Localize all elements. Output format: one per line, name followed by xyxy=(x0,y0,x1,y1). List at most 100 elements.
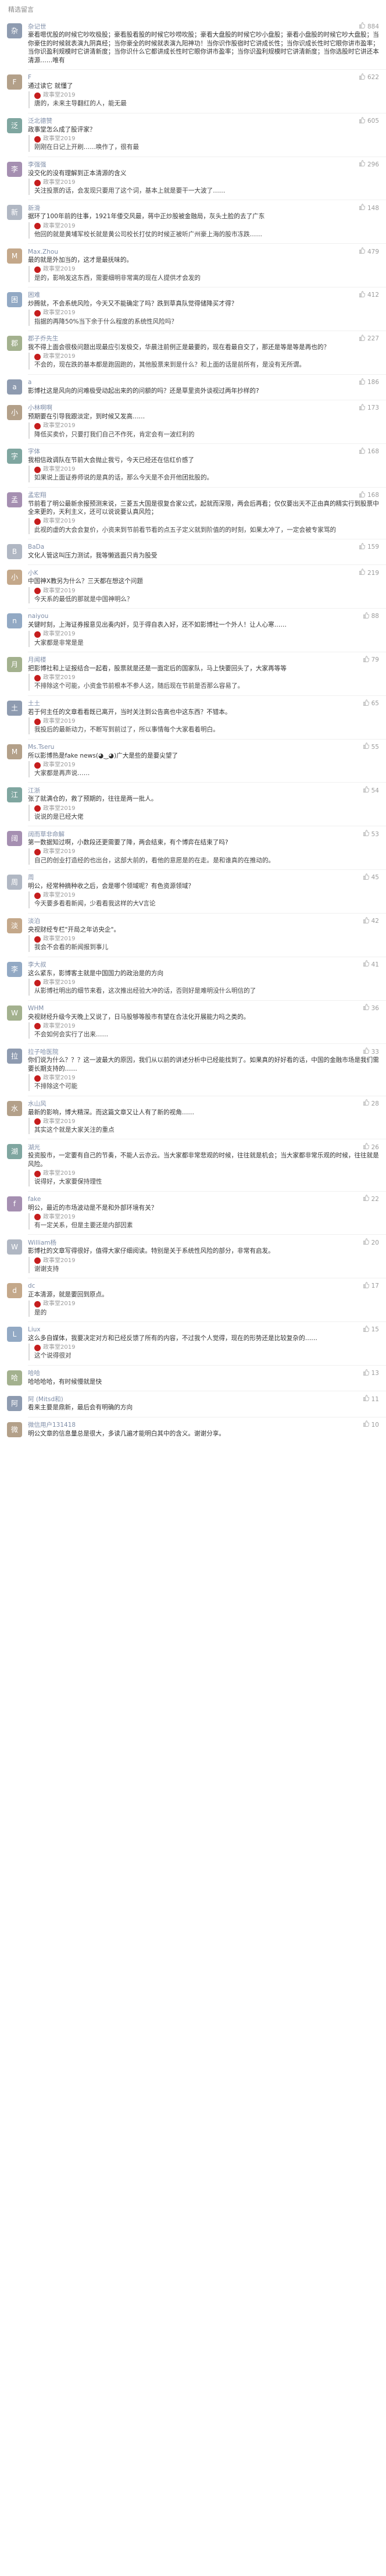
commenter-name[interactable]: William杨 xyxy=(28,1239,56,1247)
like-button[interactable]: 479 xyxy=(359,247,379,256)
user-avatar[interactable]: f xyxy=(7,1196,22,1211)
user-avatar[interactable]: M xyxy=(7,248,22,264)
like-button[interactable]: 884 xyxy=(359,22,379,31)
commenter-name[interactable]: Ms.Tseru xyxy=(28,743,54,751)
like-button[interactable]: 186 xyxy=(359,378,379,387)
like-button[interactable]: 28 xyxy=(363,1099,379,1108)
like-button[interactable]: 79 xyxy=(363,656,379,665)
user-avatar[interactable]: 郡 xyxy=(7,335,22,351)
commenter-name[interactable]: 拉子哈医院 xyxy=(28,1048,59,1056)
like-button[interactable]: 296 xyxy=(359,160,379,169)
commenter-name[interactable]: fake xyxy=(28,1195,41,1203)
commenter-name[interactable]: 李强强 xyxy=(28,161,47,169)
like-button[interactable]: 33 xyxy=(363,1047,379,1056)
commenter-name[interactable]: 湖光 xyxy=(28,1143,40,1152)
like-button[interactable]: 168 xyxy=(359,447,379,456)
user-avatar[interactable]: M xyxy=(7,744,22,759)
like-button[interactable]: 88 xyxy=(363,612,379,621)
commenter-name[interactable]: Liux xyxy=(28,1326,41,1334)
like-button[interactable]: 53 xyxy=(363,830,379,838)
like-button[interactable]: 55 xyxy=(363,742,379,751)
like-button[interactable]: 159 xyxy=(359,543,379,552)
commenter-name[interactable]: 小K xyxy=(28,569,38,577)
user-avatar[interactable]: n xyxy=(7,613,22,629)
user-avatar[interactable]: 周 xyxy=(7,875,22,890)
commenter-name[interactable]: dc xyxy=(28,1282,35,1290)
like-button[interactable]: 41 xyxy=(363,960,379,969)
commenter-name[interactable]: 江浙 xyxy=(28,787,40,795)
commenter-name[interactable]: 郡子乔先生 xyxy=(28,335,59,343)
commenter-name[interactable]: 微信用户131418 xyxy=(28,1421,76,1429)
like-button[interactable]: 15 xyxy=(363,1326,379,1334)
commenter-name[interactable]: a xyxy=(28,378,31,386)
like-button[interactable]: 10 xyxy=(363,1420,379,1429)
user-avatar[interactable]: 江 xyxy=(7,787,22,803)
commenter-name[interactable]: Max.Zhou xyxy=(28,248,58,256)
user-avatar[interactable]: W xyxy=(7,1005,22,1021)
user-avatar[interactable]: 困 xyxy=(7,292,22,308)
user-avatar[interactable]: 微 xyxy=(7,1422,22,1437)
user-avatar[interactable]: 阔 xyxy=(7,831,22,847)
like-button[interactable]: 22 xyxy=(363,1195,379,1203)
like-button[interactable]: 65 xyxy=(363,699,379,708)
user-avatar[interactable]: L xyxy=(7,1327,22,1342)
commenter-name[interactable]: BaDa xyxy=(28,543,44,551)
user-avatar[interactable]: B xyxy=(7,543,22,559)
commenter-name[interactable]: 周 xyxy=(28,873,34,882)
commenter-name[interactable]: 土土 xyxy=(28,699,40,708)
user-avatar[interactable]: 土 xyxy=(7,700,22,716)
commenter-name[interactable]: 阿 (Mitsd和) xyxy=(28,1395,63,1404)
user-avatar[interactable]: a xyxy=(7,379,22,395)
user-avatar[interactable]: 月 xyxy=(7,657,22,672)
like-button[interactable]: 227 xyxy=(359,334,379,343)
commenter-name[interactable]: naiyou xyxy=(28,612,48,620)
user-avatar[interactable]: 水 xyxy=(7,1100,22,1116)
commenter-name[interactable]: 困难 xyxy=(28,291,40,299)
user-avatar[interactable]: 李 xyxy=(7,961,22,977)
user-avatar[interactable]: 字 xyxy=(7,448,22,464)
user-avatar[interactable]: 泛 xyxy=(7,118,22,133)
commenter-name[interactable]: 泛北德赞 xyxy=(28,117,52,125)
commenter-name[interactable]: WHM xyxy=(28,1004,44,1012)
user-avatar[interactable]: 新 xyxy=(7,205,22,221)
like-button[interactable]: 11 xyxy=(363,1395,379,1404)
user-avatar[interactable]: 哈 xyxy=(7,1370,22,1385)
user-avatar[interactable]: 拉 xyxy=(7,1049,22,1064)
commenter-name[interactable]: 新滑 xyxy=(28,204,40,212)
user-avatar[interactable]: 小 xyxy=(7,570,22,585)
user-avatar[interactable]: F xyxy=(7,74,22,90)
user-avatar[interactable]: 淡 xyxy=(7,918,22,933)
commenter-name[interactable]: 小林啊啊 xyxy=(28,404,52,412)
like-button[interactable]: 20 xyxy=(363,1238,379,1247)
user-avatar[interactable]: 李 xyxy=(7,161,22,177)
like-button[interactable]: 173 xyxy=(359,404,379,413)
like-button[interactable]: 412 xyxy=(359,291,379,300)
like-button[interactable]: 36 xyxy=(363,1004,379,1012)
like-button[interactable]: 13 xyxy=(363,1369,379,1378)
like-button[interactable]: 42 xyxy=(363,916,379,926)
commenter-name[interactable]: 水山风 xyxy=(28,1100,47,1108)
commenter-name[interactable]: 阔而草非命解 xyxy=(28,830,65,838)
commenter-name[interactable]: 孟宏翔 xyxy=(28,491,47,499)
user-avatar[interactable]: 孟 xyxy=(7,492,22,507)
like-button[interactable]: 219 xyxy=(359,569,379,577)
like-button[interactable]: 26 xyxy=(363,1143,379,1152)
like-button[interactable]: 54 xyxy=(363,786,379,795)
user-avatar[interactable]: 阿 xyxy=(7,1396,22,1412)
like-button[interactable]: 168 xyxy=(359,491,379,500)
like-button[interactable]: 605 xyxy=(359,116,379,126)
like-button[interactable]: 17 xyxy=(363,1282,379,1291)
commenter-name[interactable]: 月闻楼 xyxy=(28,656,47,664)
commenter-name[interactable]: F xyxy=(28,73,31,81)
like-button[interactable]: 45 xyxy=(363,873,379,882)
commenter-name[interactable]: 哈哈 xyxy=(28,1369,40,1377)
commenter-name[interactable]: 淡泊 xyxy=(28,917,40,925)
user-avatar[interactable]: W xyxy=(7,1239,22,1255)
user-avatar[interactable]: d xyxy=(7,1283,22,1299)
user-avatar[interactable]: 小 xyxy=(7,405,22,421)
user-avatar[interactable]: 杂 xyxy=(7,23,22,39)
commenter-name[interactable]: 字体 xyxy=(28,447,40,456)
commenter-name[interactable]: 李大叔 xyxy=(28,961,47,969)
user-avatar[interactable]: 湖 xyxy=(7,1144,22,1160)
like-button[interactable]: 148 xyxy=(359,204,379,212)
